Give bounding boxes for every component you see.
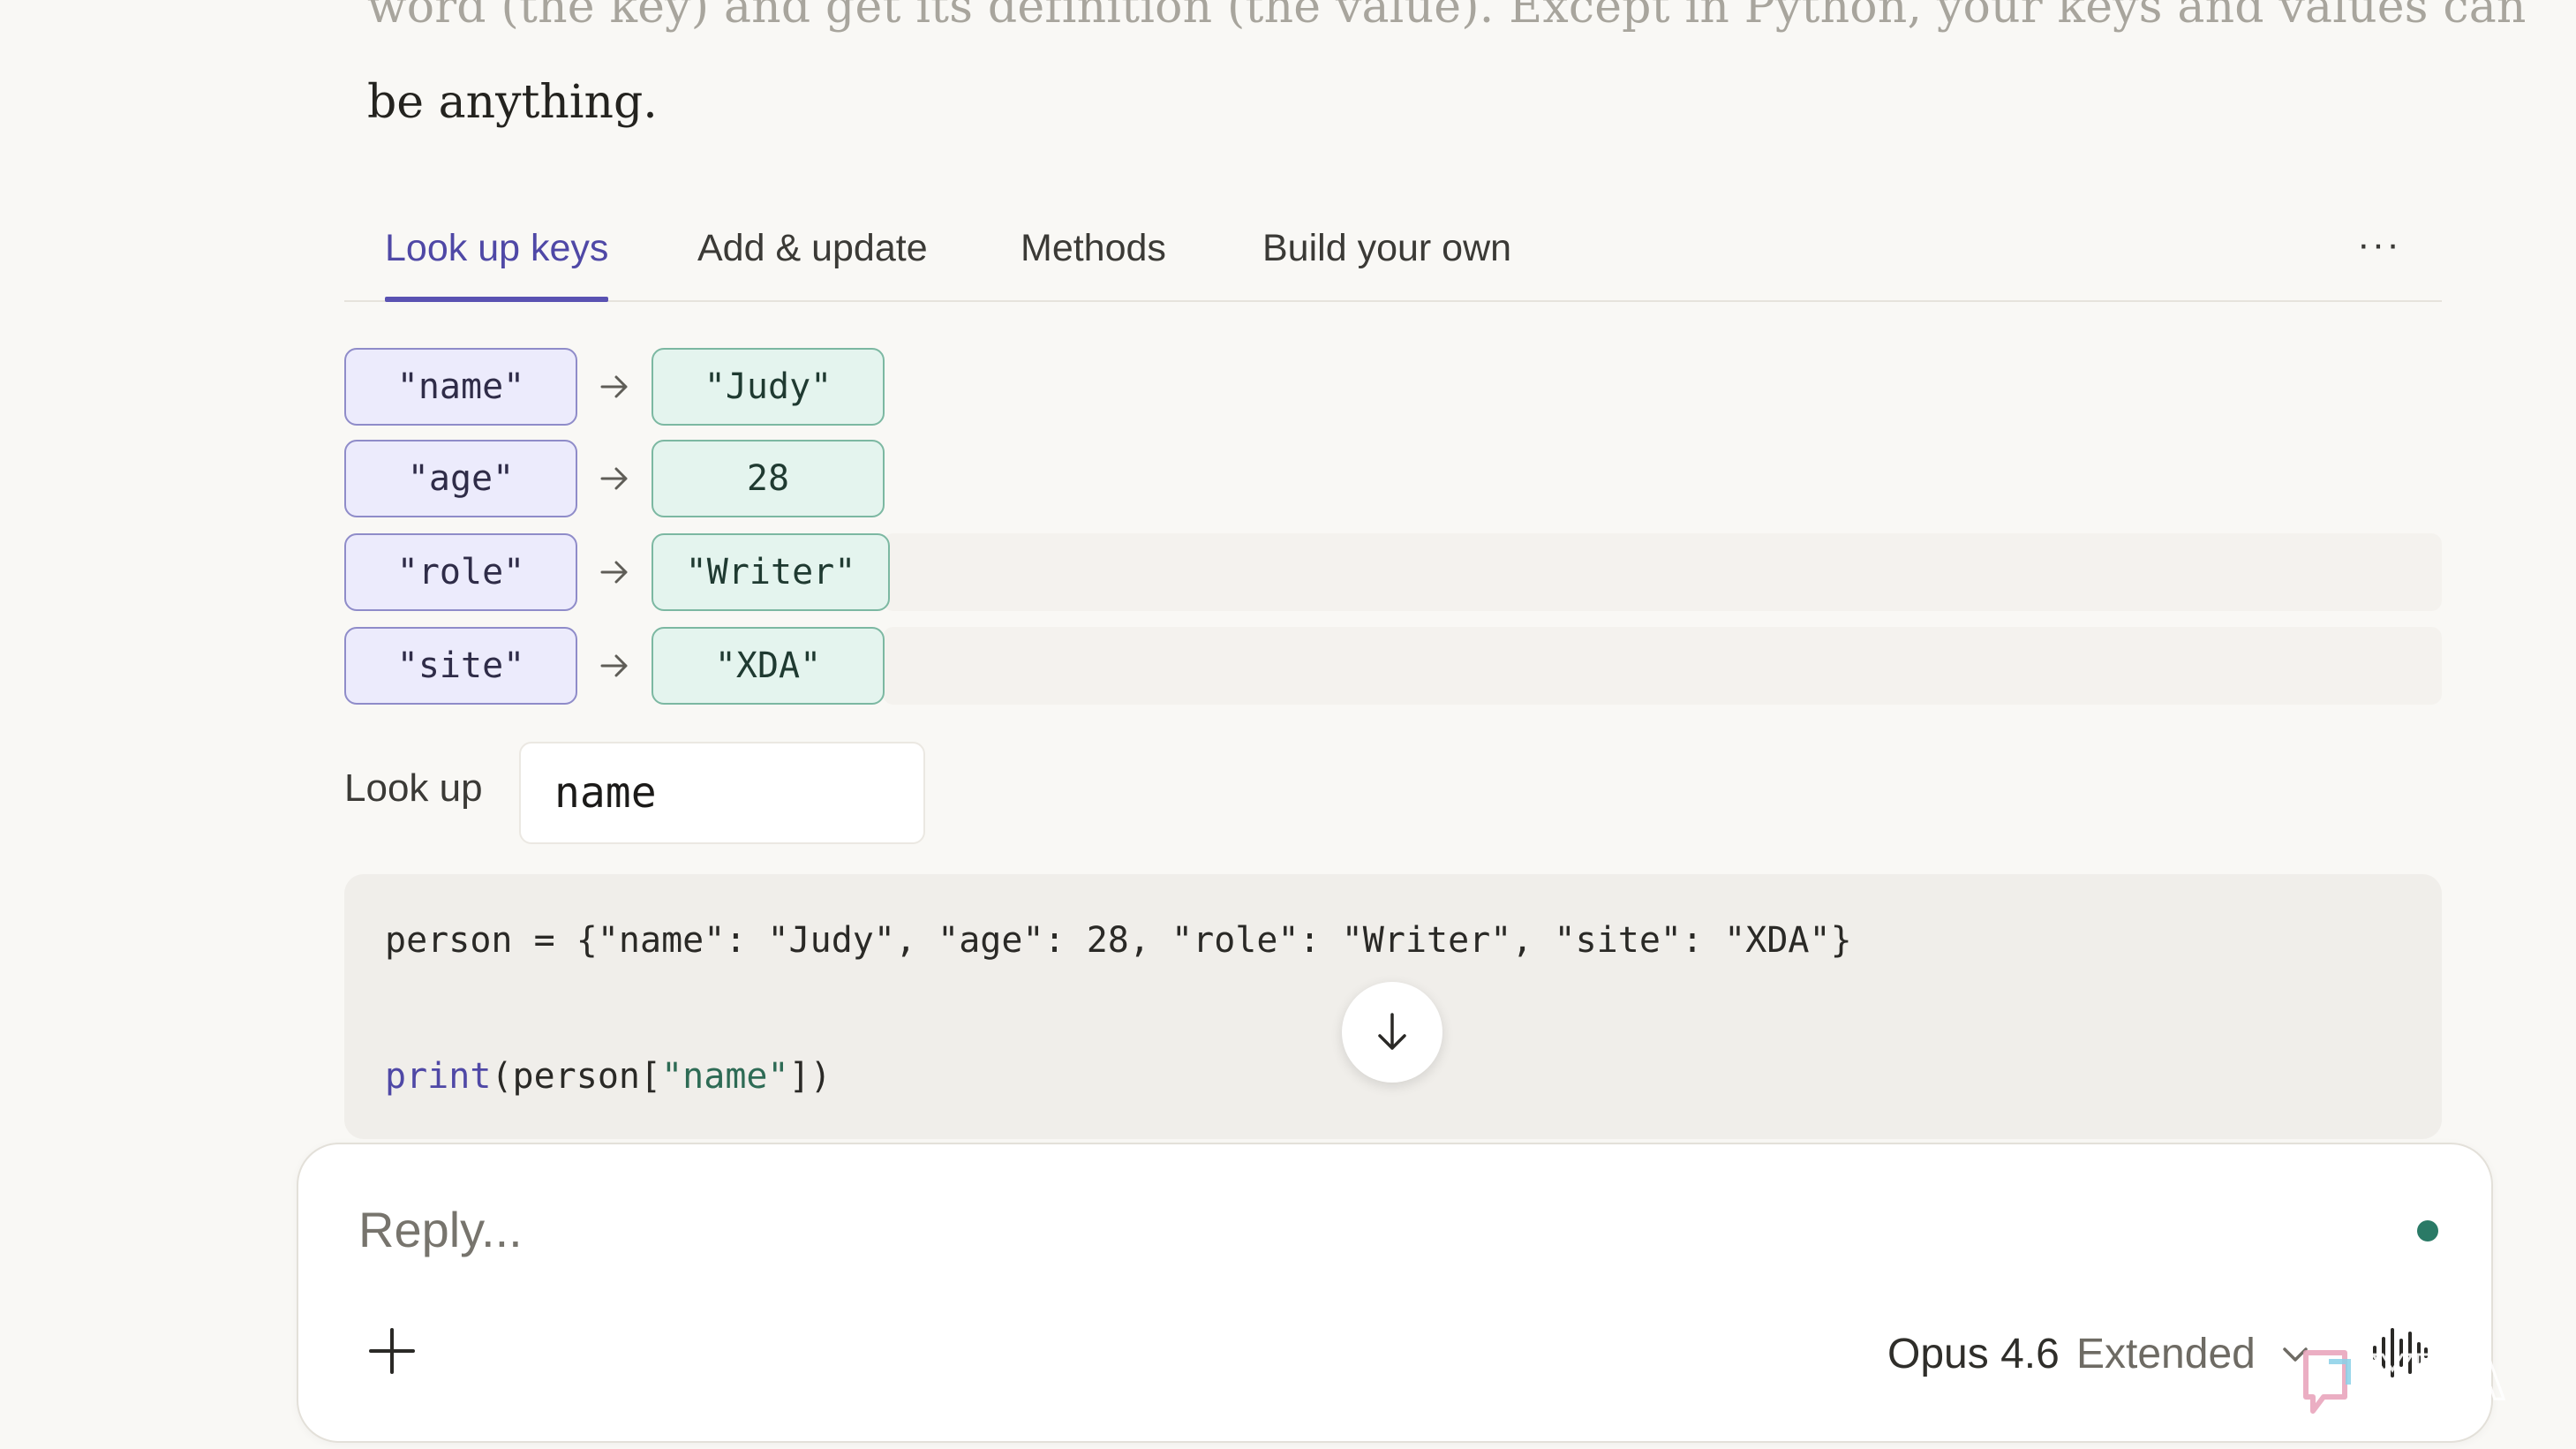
dict-key[interactable]: "age" — [344, 440, 577, 517]
code-text: (person[ — [491, 1056, 662, 1097]
dict-value: "XDA" — [652, 627, 885, 705]
row-highlight — [883, 533, 2442, 611]
arrow-right-icon — [597, 533, 632, 611]
dict-key[interactable]: "role" — [344, 533, 577, 611]
tab-bar: Look up keys Add & update Methods Build … — [344, 219, 2442, 302]
add-attachment-button[interactable] — [365, 1324, 418, 1377]
prose-text: be anything. — [367, 76, 658, 129]
reply-composer: Opus 4.6 Extended — [297, 1143, 2493, 1443]
watermark-text: XDA — [2371, 1342, 2505, 1413]
more-options-button[interactable]: ··· — [2357, 223, 2401, 267]
plus-icon — [369, 1328, 415, 1374]
lookup-input[interactable] — [519, 742, 925, 844]
tab-methods[interactable]: Methods — [1021, 219, 1166, 300]
code-function: print — [385, 1056, 492, 1097]
xda-logo: XDA — [2294, 1335, 2550, 1423]
prose-text-faded: word (the key) and get its definition (t… — [367, 0, 2527, 34]
dict-value: 28 — [652, 440, 885, 517]
code-string: "name" — [661, 1056, 789, 1097]
arrow-right-icon — [597, 627, 632, 705]
scroll-down-button[interactable] — [1342, 982, 1442, 1083]
dict-value: "Writer" — [652, 533, 890, 611]
model-name[interactable]: Opus 4.6 — [1887, 1330, 2060, 1378]
code-text: ]) — [788, 1056, 832, 1097]
code-line: person = {"name": "Judy", "age": 28, "ro… — [385, 920, 1852, 961]
arrow-down-icon — [1378, 1013, 1406, 1050]
tab-build-your-own[interactable]: Build your own — [1262, 219, 1511, 300]
dict-key[interactable]: "site" — [344, 627, 577, 705]
code-line: print(person["name"]) — [385, 1056, 832, 1097]
lookup-label: Look up — [344, 766, 483, 810]
dict-value: "Judy" — [652, 348, 885, 426]
reply-input[interactable] — [357, 1189, 2214, 1270]
arrow-right-icon — [597, 348, 632, 426]
tab-look-up-keys[interactable]: Look up keys — [385, 219, 609, 302]
arrow-right-icon — [597, 440, 632, 517]
model-mode-selector[interactable]: Extended — [2076, 1330, 2256, 1378]
dict-key[interactable]: "name" — [344, 348, 577, 426]
row-highlight — [883, 627, 2442, 705]
tab-add-update[interactable]: Add & update — [697, 219, 928, 300]
status-dot — [2417, 1220, 2438, 1241]
